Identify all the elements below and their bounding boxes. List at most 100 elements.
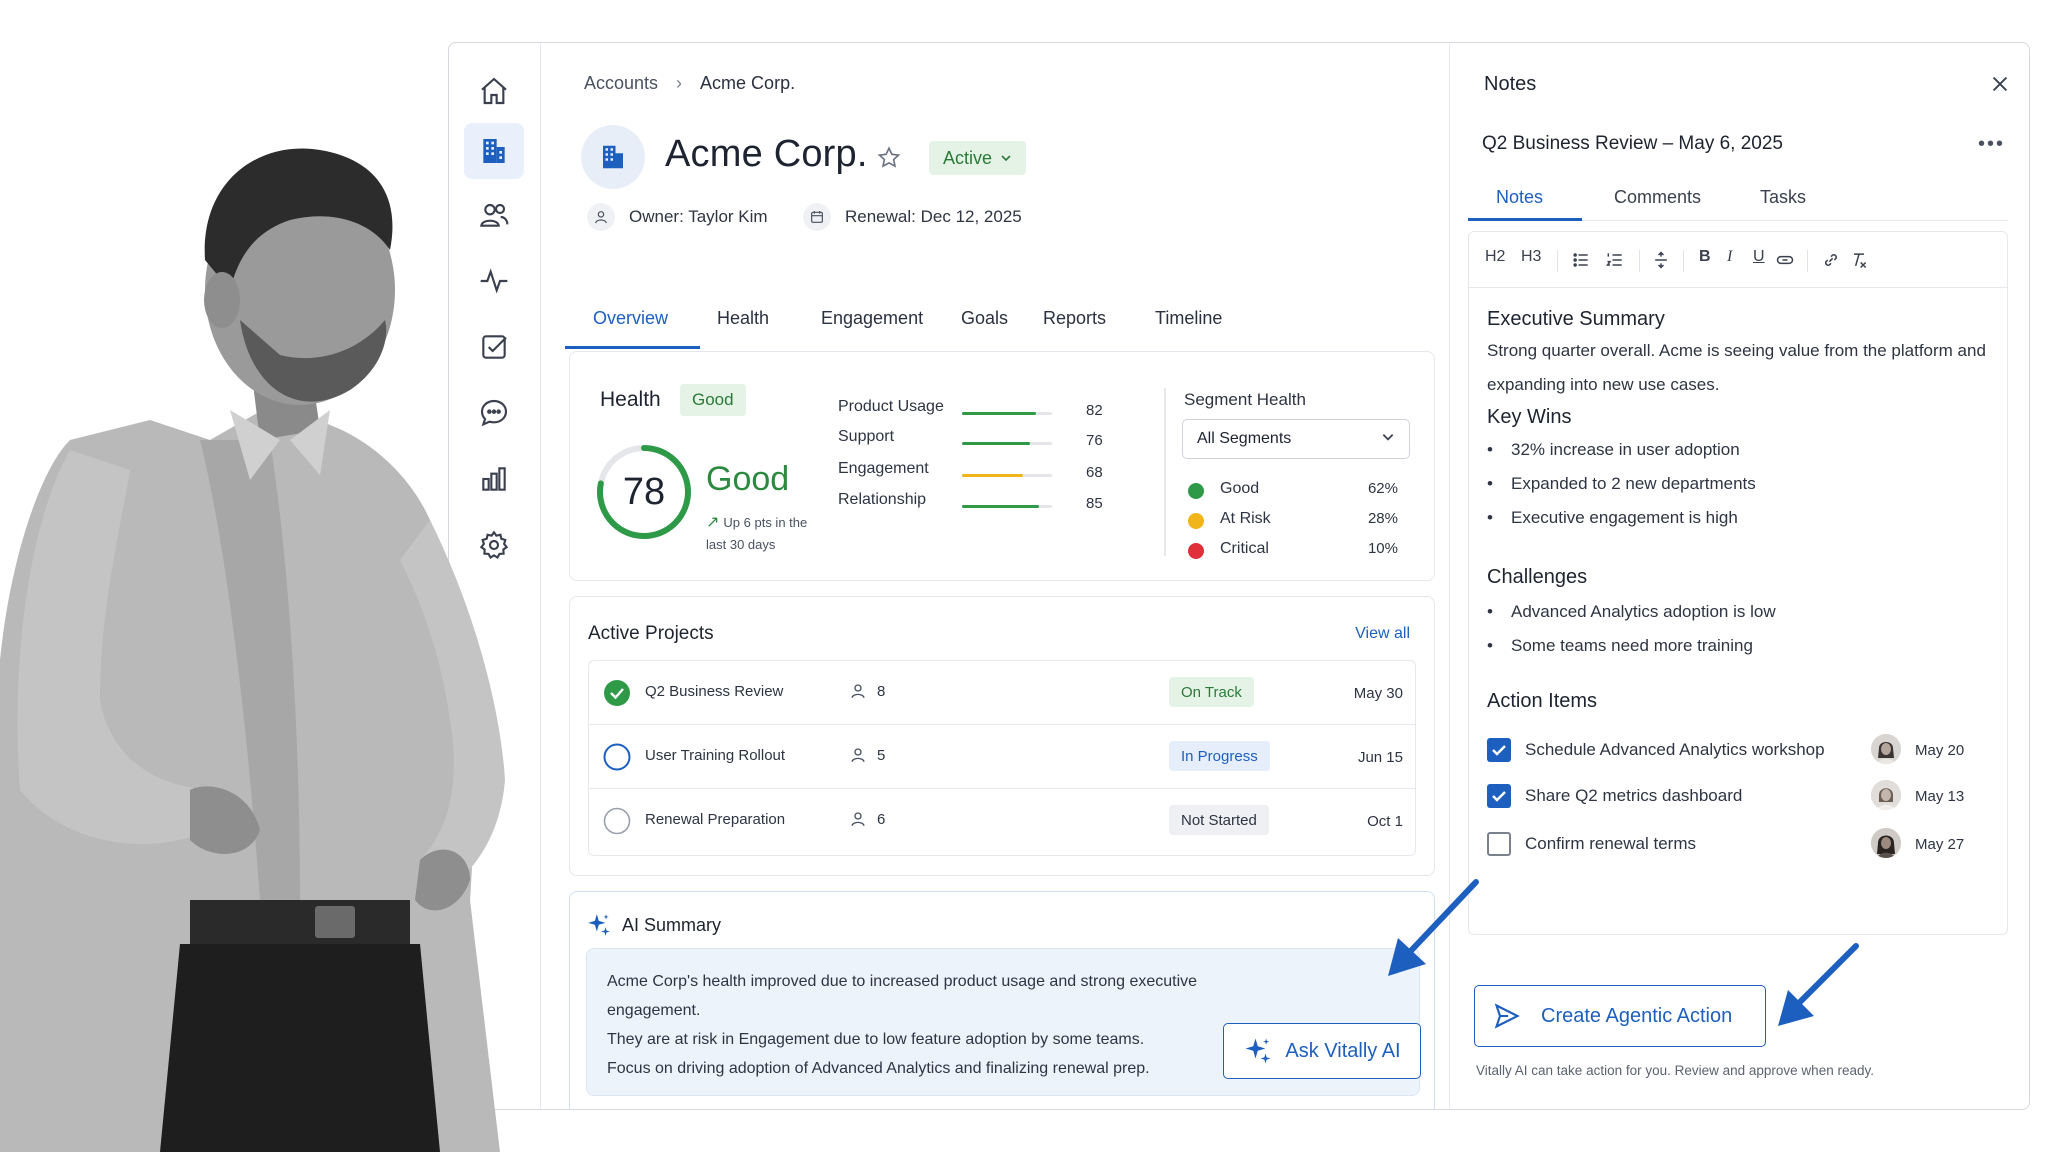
status-dot-icon [1188,513,1204,529]
list-item: • Advanced Analytics adoption is low [1487,602,1776,621]
code-icon[interactable] [1775,250,1795,270]
metric-row: Relationship 85 [838,491,1138,515]
tab-engagement[interactable]: Engagement [821,308,923,329]
home-icon[interactable] [464,63,524,119]
renewal-meta: Renewal: Dec 12, 2025 [803,203,1022,231]
status-dropdown[interactable]: Active [929,141,1027,175]
numbered-list-icon[interactable] [1605,250,1625,270]
breadcrumb-accounts[interactable]: Accounts [584,73,658,94]
ai-summary-line: They are at risk in Engagement due to lo… [607,1031,1145,1048]
ai-summary-text: Acme Corp's health improved due to incre… [607,967,1227,1083]
metric-bar-fill [962,505,1039,508]
close-icon[interactable] [1989,73,2011,95]
ai-summary-line: Focus on driving adoption of Advanced An… [607,1060,1150,1077]
list-item-text: 32% increase in user adoption [1511,440,1740,459]
renewal-label: Renewal: [845,207,916,226]
tab-comments[interactable]: Comments [1614,187,1701,208]
trend-up-icon: ↗ [706,514,720,531]
action-item-date: May 27 [1915,836,1965,853]
link-icon[interactable] [1821,250,1841,270]
assignee-avatar [1871,780,1901,810]
status-dot-icon [1188,483,1204,499]
project-date: May 30 [1353,685,1403,702]
segment-percent: 28% [1367,510,1398,527]
italic-button[interactable]: I [1727,248,1732,266]
member-count: 6 [877,810,886,828]
segment-name: Critical [1220,540,1269,557]
projects-title: Active Projects [588,623,714,644]
bold-button[interactable]: B [1699,248,1711,266]
tab-timeline[interactable]: Timeline [1155,308,1222,329]
ai-summary-line: Acme Corp's health improved due to incre… [607,973,1198,1019]
notes-panel: Notes Q2 Business Review – May 6, 2025 •… [1449,43,2029,1109]
tab-tasks[interactable]: Tasks [1760,187,1806,208]
notes-tabs: Notes Comments Tasks [1468,173,2008,221]
health-score-label: Good [706,460,790,498]
person-icon [851,684,865,699]
bullet-list-icon[interactable] [1571,250,1591,270]
checkbox-unchecked-icon[interactable] [1487,832,1511,856]
metric-label: Engagement [838,460,929,477]
account-tabs: Overview Health Engagement Goals Reports… [565,298,1435,349]
view-all-link[interactable]: View all [1355,625,1410,643]
segment-health-title: Segment Health [1184,390,1306,409]
tab-overview[interactable]: Overview [593,308,668,329]
more-options-icon[interactable]: ••• [1978,133,2005,156]
member-count: 8 [877,682,886,700]
note-editor[interactable]: H2 H3 B I U Executive Summary Strong qua… [1468,231,2008,935]
person-icon [587,203,615,231]
ai-summary-card: AI Summary Acme Corp's health improved d… [569,891,1435,1109]
segment-name: Good [1220,480,1260,497]
empty-circle-icon [603,807,631,835]
breadcrumb: Accounts › Acme Corp. [584,73,795,94]
project-status-badge: On Track [1169,677,1254,707]
clear-format-icon[interactable] [1849,250,1869,270]
owner-name: Taylor Kim [688,207,768,226]
sparkle-icon [588,914,610,936]
project-date: Jun 15 [1357,749,1403,766]
action-item-label: Schedule Advanced Analytics workshop [1525,740,1825,759]
project-members: 8 [849,682,885,700]
strikethrough-icon[interactable] [1651,250,1671,270]
project-row[interactable]: Renewal Preparation 6 Not Started Oct 1 [589,789,1415,853]
project-members: 6 [849,810,885,828]
breadcrumb-current: Acme Corp. [700,73,796,93]
heading3-button[interactable]: H3 [1521,248,1541,266]
tab-health[interactable]: Health [717,308,769,329]
active-projects-card: Active Projects View all Q2 Business Rev… [569,596,1435,876]
project-date: Oct 1 [1367,813,1403,830]
in-progress-circle-icon [603,743,631,771]
checkbox-checked-icon[interactable] [1487,738,1511,762]
heading2-button[interactable]: H2 [1485,248,1505,266]
assignee-avatar [1871,734,1901,764]
list-item-text: Advanced Analytics adoption is low [1511,602,1776,621]
tab-goals[interactable]: Goals [961,308,1008,329]
project-row[interactable]: Q2 Business Review 8 On Track May 30 [589,661,1415,725]
account-building-icon [581,125,645,189]
metric-value: 68 [1086,464,1103,481]
ai-summary-header: AI Summary [586,912,721,938]
action-item-label: Confirm renewal terms [1525,834,1696,853]
project-row[interactable]: User Training Rollout 5 In Progress Jun … [589,725,1415,789]
tab-notes[interactable]: Notes [1496,187,1543,208]
create-agentic-action-button[interactable]: Create Agentic Action [1474,985,1766,1047]
checkbox-checked-icon[interactable] [1487,784,1511,808]
metric-label: Relationship [838,491,927,508]
segment-select-value: All Segments [1197,430,1292,447]
list-item: • Some teams need more training [1487,636,1753,655]
action-item-date: May 13 [1915,788,1965,805]
status-label: Active [943,147,993,168]
challenges-heading: Challenges [1487,566,1588,588]
ask-vitally-ai-button[interactable]: Ask Vitally AI [1223,1023,1421,1079]
segment-select[interactable]: All Segments [1182,419,1410,459]
ai-summary-title: AI Summary [622,914,722,935]
star-icon[interactable] [876,145,902,171]
divider [1639,250,1640,272]
underline-button[interactable]: U [1753,248,1765,266]
send-icon [1494,1003,1520,1029]
health-score: 78 [622,470,666,513]
notes-panel-title: Notes [1484,73,1537,95]
segment-name: At Risk [1220,510,1271,527]
segment-row: Critical 10% [1188,540,1398,562]
tab-reports[interactable]: Reports [1043,308,1106,329]
